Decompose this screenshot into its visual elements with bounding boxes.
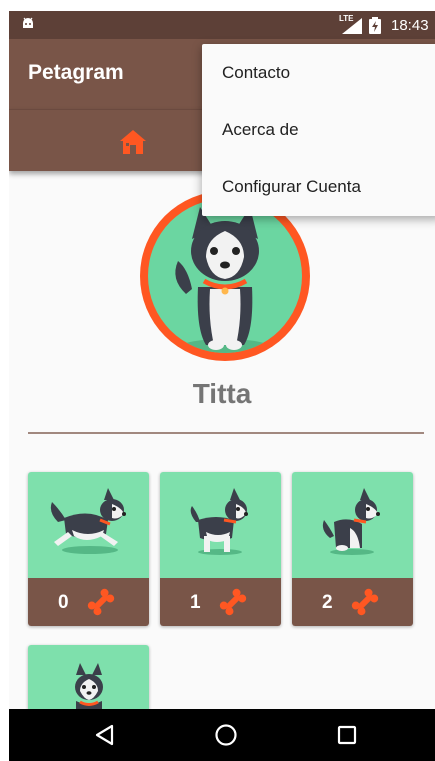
bone-icon[interactable] — [86, 588, 116, 616]
tab-home-icon[interactable] — [117, 129, 149, 155]
app-title: Petagram — [28, 61, 124, 84]
menu-item-acerca-de[interactable]: Acerca de — [202, 101, 435, 158]
system-nav-bar — [9, 709, 435, 761]
signal-icon — [342, 18, 362, 34]
card-footer: 2 — [292, 578, 413, 626]
photo-card[interactable]: 1 — [160, 472, 281, 626]
menu-item-label: Contacto — [222, 63, 291, 82]
recents-icon[interactable] — [337, 725, 357, 745]
like-count: 2 — [322, 592, 333, 613]
status-bar: LTE 18:43 — [9, 11, 435, 39]
menu-item-configurar-cuenta[interactable]: Configurar Cuenta — [202, 158, 435, 215]
card-photo — [160, 472, 281, 578]
android-icon — [23, 17, 33, 28]
card-photo — [28, 472, 149, 578]
bone-icon[interactable] — [218, 588, 248, 616]
avatar-photo — [148, 199, 302, 353]
menu-item-contacto[interactable]: Contacto — [202, 44, 435, 101]
husky-sitting-illustration — [175, 207, 270, 353]
like-count: 0 — [58, 592, 69, 613]
app-screen: LTE 18:43 Petagram Titta 0 1 2 Contacto … — [9, 11, 435, 761]
status-time: 18:43 — [391, 17, 429, 34]
menu-item-label: Configurar Cuenta — [222, 177, 361, 196]
card-footer: 1 — [160, 578, 281, 626]
bone-icon[interactable] — [350, 588, 380, 616]
overflow-menu: Contacto Acerca de Configurar Cuenta — [202, 44, 435, 216]
home-circle-icon[interactable] — [214, 723, 238, 747]
card-photo — [292, 472, 413, 578]
husky-sitting-side-illustration — [322, 488, 380, 555]
husky-running-illustration — [50, 488, 126, 554]
photo-card[interactable]: 2 — [292, 472, 413, 626]
profile-divider — [28, 432, 424, 434]
back-icon[interactable] — [94, 724, 116, 746]
card-footer: 0 — [28, 578, 149, 626]
battery-icon — [369, 17, 381, 34]
menu-item-label: Acerca de — [222, 120, 299, 139]
profile-avatar — [140, 191, 310, 361]
husky-standing-illustration — [190, 488, 248, 555]
like-count: 1 — [190, 592, 201, 613]
photo-card[interactable]: 0 — [28, 472, 149, 626]
profile-name: Titta — [192, 378, 252, 409]
